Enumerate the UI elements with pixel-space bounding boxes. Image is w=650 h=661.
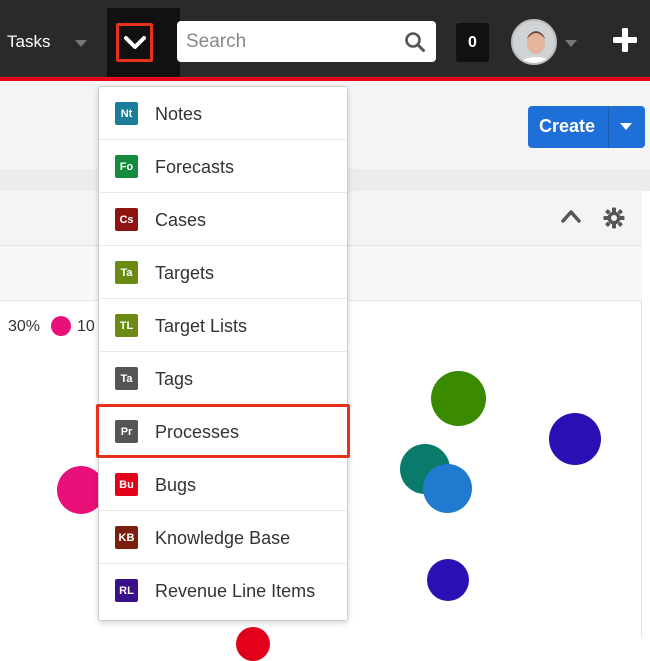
chevron-up-icon[interactable] — [561, 209, 581, 223]
revenue-line-items-module-icon: RL — [115, 579, 138, 602]
knowledge-base-module-icon: KB — [115, 526, 138, 549]
chart-bubble-green — [431, 371, 486, 426]
plus-icon[interactable] — [612, 27, 638, 53]
menu-item-label: Targets — [155, 263, 215, 283]
search-input[interactable] — [177, 21, 397, 62]
menu-item-label: Cases — [155, 210, 207, 230]
tags-module-icon: Ta — [115, 367, 138, 390]
create-button-label: Create — [539, 116, 596, 136]
chart-bubble-navy-small — [427, 559, 469, 601]
menu-item-label: Notes — [155, 104, 203, 124]
menu-item-target-lists[interactable]: TL Target Lists — [99, 299, 347, 352]
target-lists-module-icon: TL — [115, 314, 138, 337]
modules-dropdown-menu: Nt Notes Fo Forecasts Cs Cases Ta Target… — [98, 86, 348, 621]
nav-item-tasks[interactable]: Tasks — [7, 32, 50, 52]
menu-item-notes[interactable]: Nt Notes — [99, 87, 347, 140]
menu-item-revenue-line-items[interactable]: RL Revenue Line Items — [99, 564, 347, 617]
processes-highlight-annotation — [96, 404, 350, 458]
forecasts-module-icon: Fo — [115, 155, 138, 178]
more-modules-toggle-button[interactable] — [116, 23, 153, 62]
chart-bubble-navy — [549, 413, 601, 465]
menu-item-label: Tags — [155, 369, 194, 389]
user-menu-caret-icon[interactable] — [565, 40, 577, 47]
menu-item-tags[interactable]: Ta Tags — [99, 352, 347, 405]
legend-text-partial-2: 10 — [77, 318, 95, 335]
create-button-divider — [608, 106, 609, 148]
legend-text-partial: 30% — [8, 318, 41, 335]
menu-item-cases[interactable]: Cs Cases — [99, 193, 347, 246]
notifications-count-badge[interactable]: 0 — [456, 23, 489, 62]
cases-module-icon: Cs — [115, 208, 138, 231]
create-options-caret-icon[interactable] — [620, 123, 632, 130]
search-box[interactable] — [177, 21, 436, 62]
menu-item-label: Target Lists — [155, 316, 248, 336]
menu-item-knowledge-base[interactable]: KB Knowledge Base — [99, 511, 347, 564]
menu-item-label: Knowledge Base — [155, 528, 291, 548]
create-button[interactable]: Create — [528, 106, 645, 148]
chart-bubble-blue — [423, 464, 472, 513]
menu-item-label: Bugs — [155, 475, 197, 495]
user-avatar[interactable] — [511, 19, 557, 65]
chart-bubble-red — [236, 627, 270, 661]
menu-item-label: Revenue Line Items — [155, 581, 316, 601]
tasks-caret-icon[interactable] — [75, 40, 87, 47]
bugs-module-icon: Bu — [115, 473, 138, 496]
notes-module-icon: Nt — [115, 102, 138, 125]
search-icon[interactable] — [404, 31, 426, 53]
menu-item-label: Forecasts — [155, 157, 235, 177]
chevron-down-icon — [123, 35, 146, 49]
gear-icon[interactable] — [603, 207, 625, 229]
targets-module-icon: Ta — [115, 261, 138, 284]
legend-dot-pink — [51, 316, 71, 336]
menu-item-forecasts[interactable]: Fo Forecasts — [99, 140, 347, 193]
menu-item-bugs[interactable]: Bu Bugs — [99, 458, 347, 511]
menu-item-targets[interactable]: Ta Targets — [99, 246, 347, 299]
